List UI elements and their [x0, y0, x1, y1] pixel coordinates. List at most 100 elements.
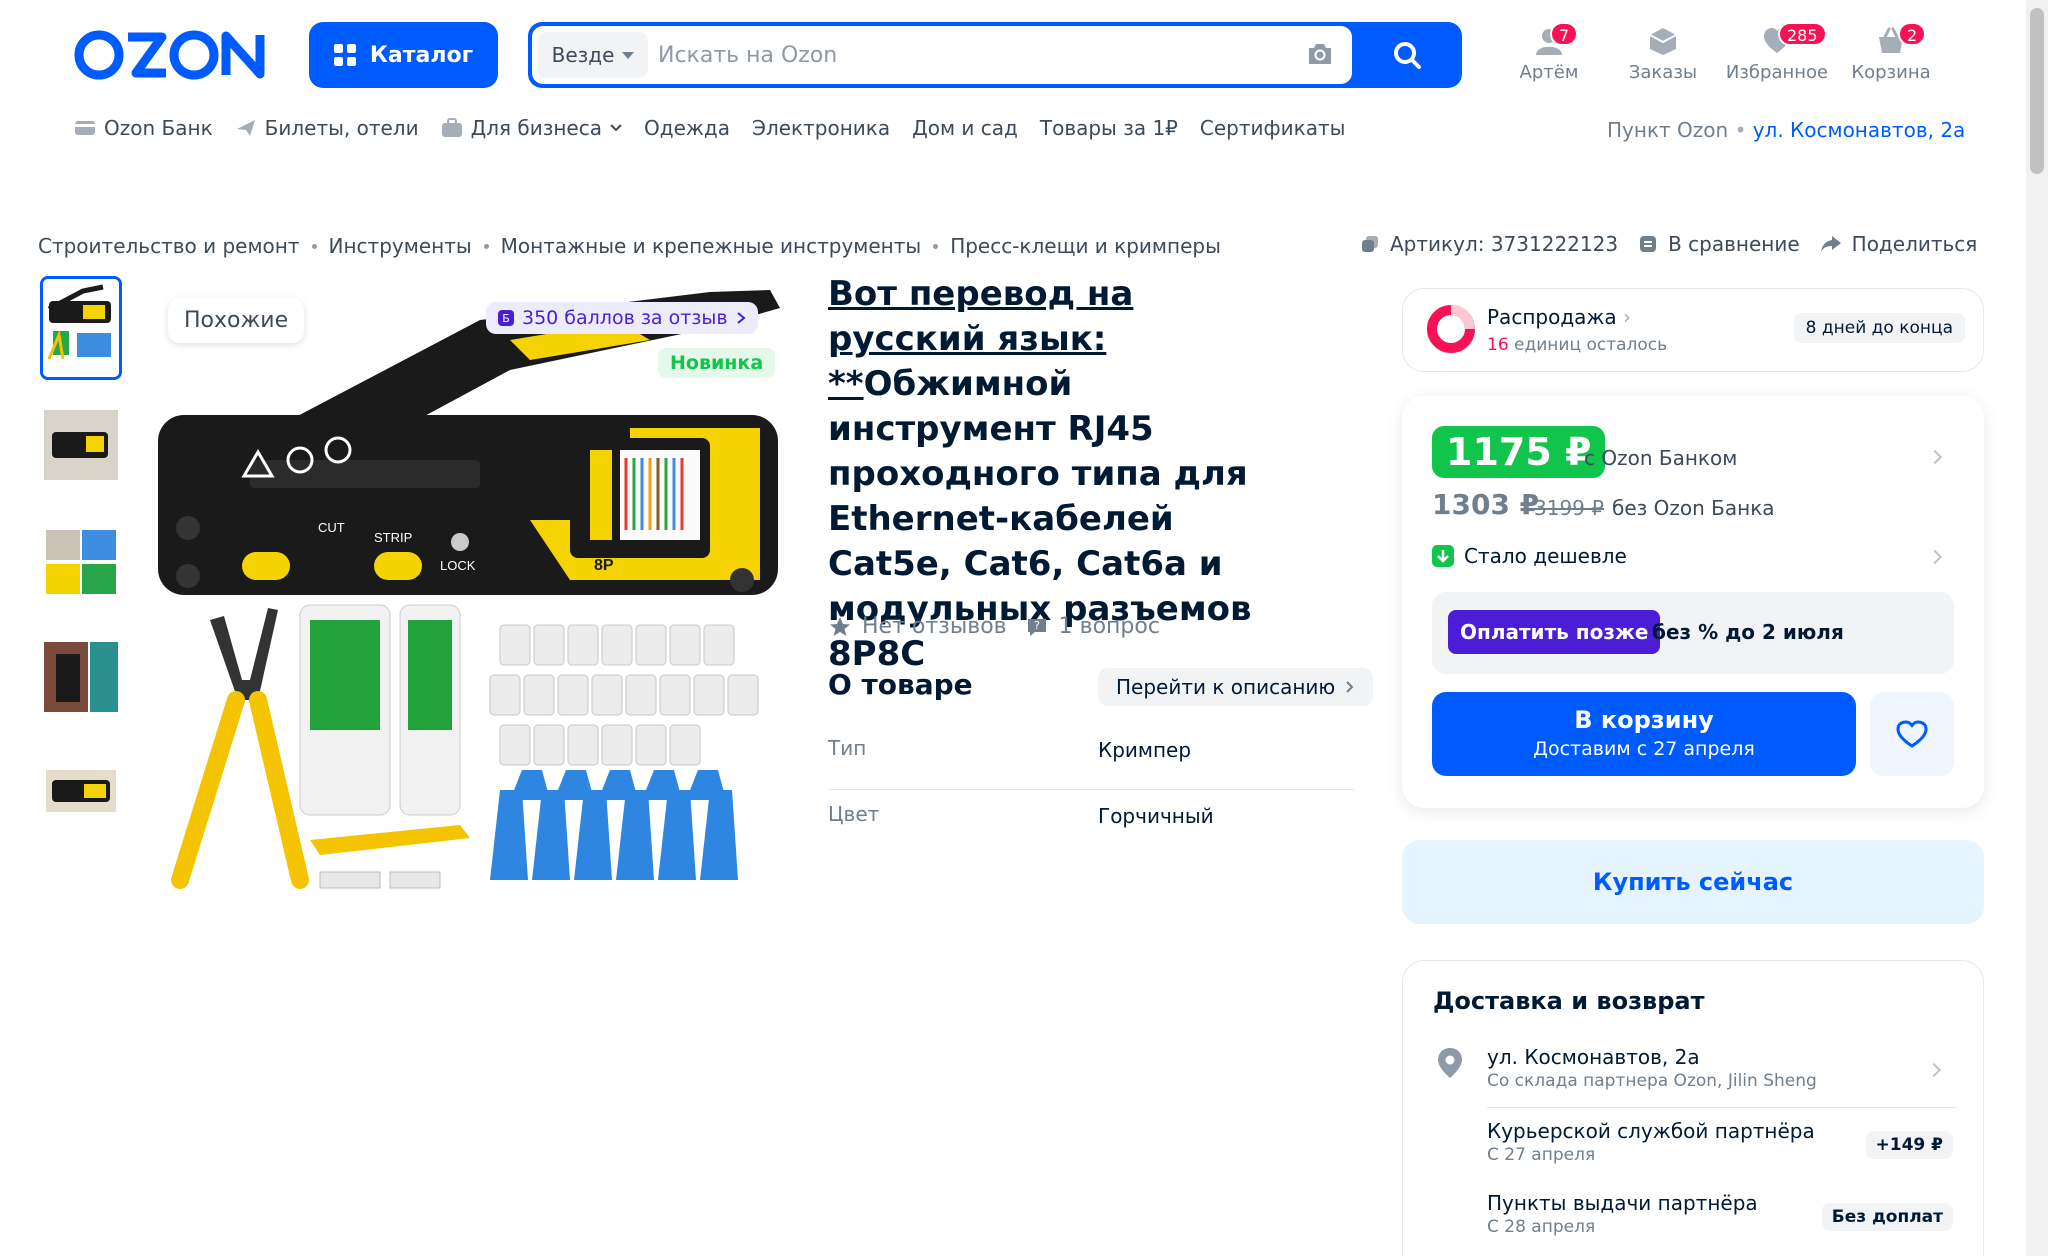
price-dropped[interactable]: Стало дешевле	[1432, 544, 1627, 568]
tool-label-8p: 8P	[594, 557, 614, 574]
sale-subtitle: 16 единиц осталось	[1487, 335, 1667, 355]
camera-icon[interactable]	[1306, 42, 1334, 66]
breadcrumb-item[interactable]: Монтажные и крепежные инструменты	[501, 234, 922, 258]
bank-price-label: с Ozon Банком	[1584, 446, 1738, 470]
header-cart[interactable]: 2 Корзина	[1836, 20, 1946, 90]
pickup-point[interactable]: Пункт Ozon • ул. Космонавтов, 2а	[1607, 118, 1965, 142]
header-orders-label: Заказы	[1628, 62, 1698, 83]
add-to-cart-button[interactable]: В корзину Доставим с 27 апреля	[1432, 692, 1856, 776]
similar-button[interactable]: Похожие	[168, 298, 305, 343]
delivery-price-tag: Без доплат	[1821, 1203, 1953, 1231]
search-scope-select[interactable]: Везде	[538, 32, 648, 78]
sale-count: 16	[1487, 335, 1509, 355]
tool-label-cut: CUT	[318, 520, 345, 535]
breadcrumb-item[interactable]: Пресс-клещи и кримперы	[950, 234, 1221, 258]
sale-ends-badge: 8 дней до конца	[1793, 313, 1965, 343]
points-icon: Б	[498, 310, 514, 326]
nav-tickets-label: Билеты, отели	[264, 116, 419, 140]
delivery-price-tag: +149 ₽	[1865, 1131, 1953, 1159]
gallery-thumbnail[interactable]	[40, 276, 122, 380]
nav-ozon-bank[interactable]: Ozon Банк	[74, 116, 213, 140]
compare-icon	[1640, 236, 1657, 252]
chevron-right-icon[interactable]	[1927, 449, 1943, 465]
delivery-card: Доставка и возврат ул. Космонавтов, 2а С…	[1402, 960, 1984, 1256]
spec-row: Тип Кримпер	[828, 724, 1354, 790]
review-points-badge[interactable]: Б 350 баллов за отзыв	[486, 302, 758, 334]
buy-now-button[interactable]: Купить сейчас	[1402, 840, 1984, 924]
pay-later-button[interactable]: Оплатить позже	[1448, 610, 1661, 654]
header-favorites[interactable]: 285 Избранное	[1722, 20, 1832, 90]
nav-tickets[interactable]: Билеты, отели	[235, 116, 419, 140]
catalog-button[interactable]: Каталог	[309, 22, 498, 88]
question-icon: ?	[1027, 618, 1046, 636]
chevron-right-icon	[736, 312, 746, 324]
nav-electronics[interactable]: Электроника	[752, 116, 890, 140]
questions-label: 1 вопрос	[1058, 614, 1160, 639]
search-input[interactable]	[658, 34, 1258, 76]
nav-business[interactable]: Для бизнеса	[441, 116, 622, 140]
go-to-description-button[interactable]: Перейти к описанию	[1098, 668, 1374, 706]
search-submit-button[interactable]	[1352, 22, 1462, 88]
header-favorites-label: Избранное	[1725, 62, 1829, 83]
pay-later-label: без % до 2 июля	[1652, 620, 1844, 644]
article-copy[interactable]: Артикул: 3731222123	[1360, 232, 1618, 256]
header-orders[interactable]: Заказы	[1608, 20, 1718, 90]
sale-ring-icon	[1427, 305, 1475, 353]
delivery-heading: Доставка и возврат	[1433, 987, 1705, 1015]
copy-icon	[1362, 236, 1378, 252]
product-meta: Артикул: 3731222123 В сравнение Поделить…	[1360, 232, 1977, 256]
compare-label: В сравнение	[1668, 232, 1800, 256]
nav-clothing[interactable]: Одежда	[644, 116, 730, 140]
header-cart-label: Корзина	[1851, 62, 1931, 83]
briefcase-icon	[441, 118, 462, 137]
nav-home-garden[interactable]: Дом и сад	[912, 116, 1018, 140]
catalog-grid-icon	[333, 44, 356, 66]
questions-link[interactable]: ? 1 вопрос	[1025, 614, 1160, 639]
location-pin-icon	[1438, 1048, 1462, 1078]
spec-row: Цвет Горчичный	[828, 790, 1354, 856]
breadcrumb-item[interactable]: Инструменты	[329, 234, 472, 258]
chevron-right-icon[interactable]	[1927, 549, 1943, 565]
price-card: 1175 ₽ с Ozon Банком 1303 ₽ 3199 ₽ без O…	[1402, 396, 1984, 808]
card-icon	[75, 121, 95, 135]
price-dropped-label: Стало дешевле	[1464, 544, 1627, 568]
pay-later-box[interactable]: Оплатить позже без % до 2 июля	[1432, 592, 1954, 674]
compare-button[interactable]: В сравнение	[1638, 232, 1800, 256]
arrow-down-icon	[1432, 545, 1454, 567]
sale-banner[interactable]: Распродажа › 16 единиц осталось 8 дней д…	[1402, 288, 1984, 372]
ozon-logo[interactable]	[74, 28, 274, 82]
nav-one-ruble[interactable]: Товары за 1₽	[1040, 116, 1178, 140]
delivery-row-subtitle: Со склада партнера Ozon, Jilin Sheng	[1487, 1071, 1817, 1091]
share-button[interactable]: Поделиться	[1820, 232, 1978, 256]
pickup-dot: •	[1734, 118, 1747, 142]
gallery-thumbnail[interactable]	[40, 508, 122, 612]
svg-text:?: ?	[1034, 619, 1040, 632]
breadcrumb-item[interactable]: Строительство и ремонт	[38, 234, 300, 258]
buy-now-label: Купить сейчас	[1592, 868, 1794, 896]
nav-certificates[interactable]: Сертификаты	[1200, 116, 1346, 140]
gallery-thumbnail[interactable]	[40, 740, 122, 844]
new-badge-label: Новинка	[670, 352, 764, 374]
share-label: Поделиться	[1851, 232, 1978, 256]
favorite-button[interactable]	[1870, 692, 1954, 776]
header-profile[interactable]: 7 Артём	[1494, 20, 1604, 90]
gallery-thumbnail[interactable]	[40, 624, 122, 728]
tool-label-lock: LOCK	[440, 558, 476, 573]
sale-title-text: Распродажа	[1487, 305, 1617, 329]
header-profile-label: Артём	[1519, 62, 1579, 83]
add-to-cart-label: В корзину	[1574, 706, 1714, 734]
delivery-divider	[1487, 1107, 1957, 1108]
delivery-row-pickup[interactable]: ул. Космонавтов, 2а Со склада партнера O…	[1487, 1045, 1957, 1091]
scrollbar-thumb[interactable]	[2030, 8, 2044, 174]
sale-remaining: единиц осталось	[1508, 335, 1668, 355]
search-bar: Везде	[528, 22, 1462, 88]
nav-business-label: Для бизнеса	[470, 116, 602, 140]
regular-price-label: без Ozon Банка	[1612, 496, 1775, 520]
sale-title: Распродажа ›	[1487, 305, 1631, 329]
reviews-link[interactable]: Нет отзывов	[828, 614, 1007, 639]
scrollbar-track[interactable]	[2026, 0, 2048, 1256]
gallery-thumbnail[interactable]	[40, 392, 122, 496]
spec-key: Цвет	[828, 802, 880, 826]
bank-price[interactable]: 1175 ₽	[1432, 426, 1606, 478]
about-heading: О товаре	[828, 668, 973, 701]
